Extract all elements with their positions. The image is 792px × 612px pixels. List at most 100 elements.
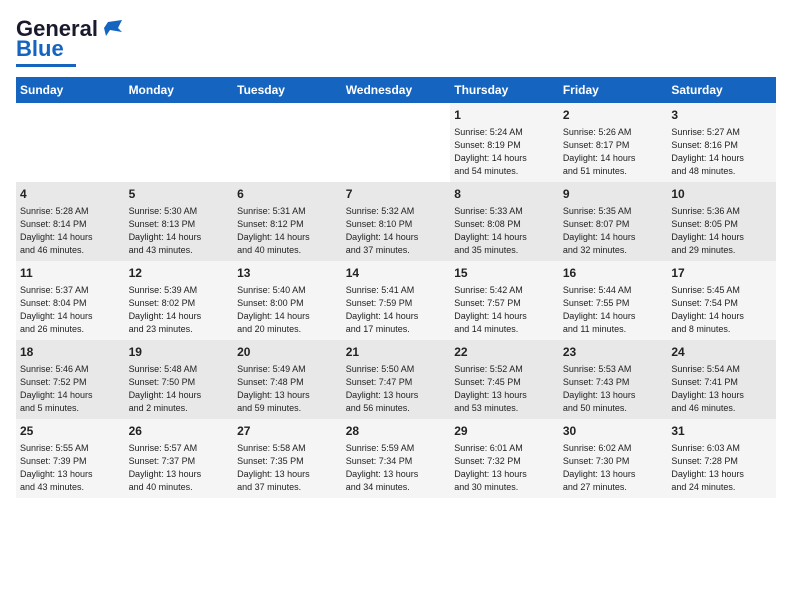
calendar-week-row: 4 Sunrise: 5:28 AM Sunset: 8:14 PM Daylig… (16, 182, 776, 261)
calendar-cell: 4 Sunrise: 5:28 AM Sunset: 8:14 PM Daylig… (16, 182, 125, 261)
calendar-cell: 24 Sunrise: 5:54 AM Sunset: 7:41 PM Dayli… (667, 340, 776, 419)
calendar-cell: 6Sunrise: 5:31 AM Sunset: 8:12 PM Daylig… (233, 182, 342, 261)
day-info: Sunrise: 5:59 AM Sunset: 7:34 PM Dayligh… (346, 442, 447, 494)
day-number: 10 (671, 186, 772, 203)
calendar-week-row: 25 Sunrise: 5:55 AM Sunset: 7:39 PM Dayli… (16, 419, 776, 498)
day-number: 29 (454, 423, 555, 440)
day-number: 27 (237, 423, 338, 440)
day-number: 7 (346, 186, 447, 203)
day-number: 3 (671, 107, 772, 124)
logo-underline (16, 64, 76, 67)
day-info: Sunrise: 5:58 AM Sunset: 7:35 PM Dayligh… (237, 442, 338, 494)
day-number: 15 (454, 265, 555, 282)
day-number: 17 (671, 265, 772, 282)
header-friday: Friday (559, 77, 668, 103)
day-info: Sunrise: 5:54 AM Sunset: 7:41 PM Dayligh… (671, 363, 772, 415)
day-info: Sunrise: 5:30 AM Sunset: 8:13 PM Dayligh… (129, 205, 230, 257)
day-number: 12 (129, 265, 230, 282)
day-number: 5 (129, 186, 230, 203)
day-number: 14 (346, 265, 447, 282)
day-number: 9 (563, 186, 664, 203)
day-number: 4 (20, 186, 121, 203)
day-info: Sunrise: 6:01 AM Sunset: 7:32 PM Dayligh… (454, 442, 555, 494)
calendar-cell: 7 Sunrise: 5:32 AM Sunset: 8:10 PM Daylig… (342, 182, 451, 261)
header-tuesday: Tuesday (233, 77, 342, 103)
day-number: 30 (563, 423, 664, 440)
calendar-cell (16, 103, 125, 182)
day-info: Sunrise: 5:44 AM Sunset: 7:55 PM Dayligh… (563, 284, 664, 336)
header-monday: Monday (125, 77, 234, 103)
day-info: Sunrise: 5:46 AM Sunset: 7:52 PM Dayligh… (20, 363, 121, 415)
day-info: Sunrise: 5:33 AM Sunset: 8:08 PM Dayligh… (454, 205, 555, 257)
calendar-cell: 22Sunrise: 5:52 AM Sunset: 7:45 PM Dayli… (450, 340, 559, 419)
calendar-cell: 17 Sunrise: 5:45 AM Sunset: 7:54 PM Dayli… (667, 261, 776, 340)
day-number: 19 (129, 344, 230, 361)
day-number: 21 (346, 344, 447, 361)
header-saturday: Saturday (667, 77, 776, 103)
day-info: Sunrise: 5:27 AM Sunset: 8:16 PM Dayligh… (671, 126, 772, 178)
day-info: Sunrise: 5:57 AM Sunset: 7:37 PM Dayligh… (129, 442, 230, 494)
day-info: Sunrise: 5:55 AM Sunset: 7:39 PM Dayligh… (20, 442, 121, 494)
day-info: Sunrise: 5:37 AM Sunset: 8:04 PM Dayligh… (20, 284, 121, 336)
day-number: 11 (20, 265, 121, 282)
day-info: Sunrise: 5:45 AM Sunset: 7:54 PM Dayligh… (671, 284, 772, 336)
day-info: Sunrise: 5:35 AM Sunset: 8:07 PM Dayligh… (563, 205, 664, 257)
calendar-cell: 28 Sunrise: 5:59 AM Sunset: 7:34 PM Dayli… (342, 419, 451, 498)
day-info: Sunrise: 5:26 AM Sunset: 8:17 PM Dayligh… (563, 126, 664, 178)
header-wednesday: Wednesday (342, 77, 451, 103)
day-info: Sunrise: 5:36 AM Sunset: 8:05 PM Dayligh… (671, 205, 772, 257)
calendar-header-row: SundayMondayTuesdayWednesdayThursdayFrid… (16, 77, 776, 103)
day-number: 18 (20, 344, 121, 361)
day-info: Sunrise: 5:53 AM Sunset: 7:43 PM Dayligh… (563, 363, 664, 415)
day-number: 28 (346, 423, 447, 440)
calendar-cell: 14 Sunrise: 5:41 AM Sunset: 7:59 PM Dayli… (342, 261, 451, 340)
day-info: Sunrise: 5:41 AM Sunset: 7:59 PM Dayligh… (346, 284, 447, 336)
calendar-cell: 12 Sunrise: 5:39 AM Sunset: 8:02 PM Dayli… (125, 261, 234, 340)
calendar-week-row: 18 Sunrise: 5:46 AM Sunset: 7:52 PM Dayli… (16, 340, 776, 419)
calendar-cell: 23 Sunrise: 5:53 AM Sunset: 7:43 PM Dayli… (559, 340, 668, 419)
day-info: Sunrise: 5:39 AM Sunset: 8:02 PM Dayligh… (129, 284, 230, 336)
logo-bird-icon (100, 18, 122, 40)
day-number: 23 (563, 344, 664, 361)
header-thursday: Thursday (450, 77, 559, 103)
calendar-cell (125, 103, 234, 182)
header-sunday: Sunday (16, 77, 125, 103)
logo: General Blue (16, 16, 122, 67)
day-info: Sunrise: 5:48 AM Sunset: 7:50 PM Dayligh… (129, 363, 230, 415)
day-number: 25 (20, 423, 121, 440)
calendar-week-row: 1Sunrise: 5:24 AM Sunset: 8:19 PM Daylig… (16, 103, 776, 182)
day-info: Sunrise: 6:03 AM Sunset: 7:28 PM Dayligh… (671, 442, 772, 494)
day-number: 20 (237, 344, 338, 361)
calendar-cell: 3 Sunrise: 5:27 AM Sunset: 8:16 PM Daylig… (667, 103, 776, 182)
calendar-week-row: 11 Sunrise: 5:37 AM Sunset: 8:04 PM Dayli… (16, 261, 776, 340)
day-number: 1 (454, 107, 555, 124)
calendar-cell: 13 Sunrise: 5:40 AM Sunset: 8:00 PM Dayli… (233, 261, 342, 340)
day-info: Sunrise: 5:40 AM Sunset: 8:00 PM Dayligh… (237, 284, 338, 336)
calendar-cell: 21 Sunrise: 5:50 AM Sunset: 7:47 PM Dayli… (342, 340, 451, 419)
day-number: 6 (237, 186, 338, 203)
calendar-cell: 18 Sunrise: 5:46 AM Sunset: 7:52 PM Dayli… (16, 340, 125, 419)
day-number: 13 (237, 265, 338, 282)
day-number: 2 (563, 107, 664, 124)
day-info: Sunrise: 6:02 AM Sunset: 7:30 PM Dayligh… (563, 442, 664, 494)
calendar-cell: 9 Sunrise: 5:35 AM Sunset: 8:07 PM Daylig… (559, 182, 668, 261)
day-number: 26 (129, 423, 230, 440)
calendar-cell: 2 Sunrise: 5:26 AM Sunset: 8:17 PM Daylig… (559, 103, 668, 182)
calendar-cell: 26 Sunrise: 5:57 AM Sunset: 7:37 PM Dayli… (125, 419, 234, 498)
day-info: Sunrise: 5:50 AM Sunset: 7:47 PM Dayligh… (346, 363, 447, 415)
calendar-cell: 19 Sunrise: 5:48 AM Sunset: 7:50 PM Dayli… (125, 340, 234, 419)
day-info: Sunrise: 5:28 AM Sunset: 8:14 PM Dayligh… (20, 205, 121, 257)
calendar-cell: 30 Sunrise: 6:02 AM Sunset: 7:30 PM Dayli… (559, 419, 668, 498)
day-info: Sunrise: 5:49 AM Sunset: 7:48 PM Dayligh… (237, 363, 338, 415)
calendar-table: SundayMondayTuesdayWednesdayThursdayFrid… (16, 77, 776, 498)
calendar-cell: 25 Sunrise: 5:55 AM Sunset: 7:39 PM Dayli… (16, 419, 125, 498)
day-number: 31 (671, 423, 772, 440)
calendar-cell: 15Sunrise: 5:42 AM Sunset: 7:57 PM Dayli… (450, 261, 559, 340)
calendar-cell: 5 Sunrise: 5:30 AM Sunset: 8:13 PM Daylig… (125, 182, 234, 261)
calendar-cell: 27 Sunrise: 5:58 AM Sunset: 7:35 PM Dayli… (233, 419, 342, 498)
day-number: 24 (671, 344, 772, 361)
day-number: 8 (454, 186, 555, 203)
calendar-cell (342, 103, 451, 182)
calendar-cell: 20 Sunrise: 5:49 AM Sunset: 7:48 PM Dayli… (233, 340, 342, 419)
day-info: Sunrise: 5:32 AM Sunset: 8:10 PM Dayligh… (346, 205, 447, 257)
